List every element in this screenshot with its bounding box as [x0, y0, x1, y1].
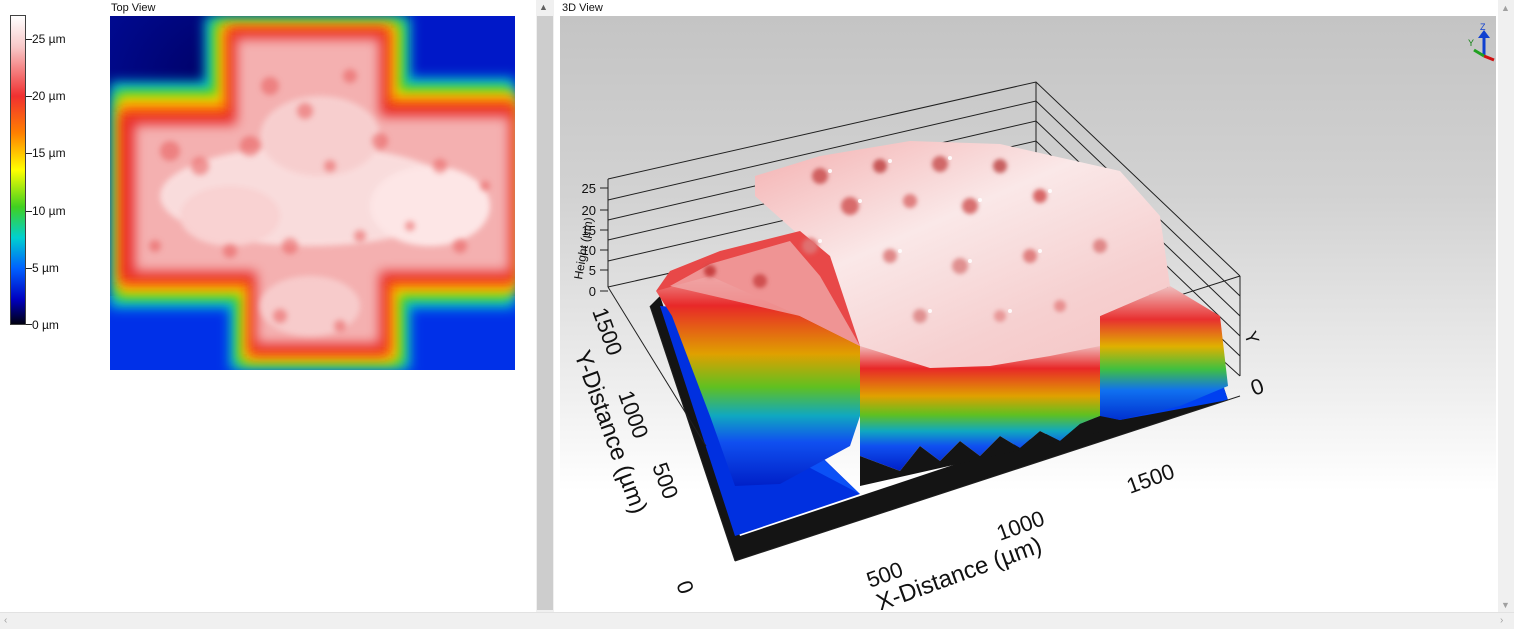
axis-triad[interactable]: Z Y	[1468, 22, 1495, 62]
triad-y-label: Y	[1468, 38, 1474, 48]
top-view-heightmap[interactable]	[110, 16, 515, 370]
colorbar-label: 10 µm	[32, 204, 66, 218]
horizontal-scrollbar[interactable]: ‹ ›	[0, 612, 1514, 629]
colorbar-label: 20 µm	[32, 89, 66, 103]
right-pane: 3D View 25 20 15 10 5 0 Height (µm) 1500…	[556, 0, 1498, 612]
y-tick-label: 0	[671, 577, 699, 597]
top-view-image	[110, 16, 515, 370]
z-axis-ticks	[600, 187, 608, 292]
z-tick-label: 5	[589, 263, 596, 278]
scroll-up-arrow-icon[interactable]: ▲	[1501, 3, 1510, 13]
colorbar-label: 0 µm	[32, 318, 59, 332]
scroll-left-arrow-icon[interactable]: ‹	[4, 616, 7, 626]
scroll-right-arrow-icon[interactable]: ›	[1500, 616, 1503, 626]
scroll-down-arrow-icon[interactable]: ▼	[1501, 600, 1510, 610]
z-tick-label: 0	[589, 284, 596, 299]
scroll-up-arrow-icon[interactable]: ▲	[539, 2, 548, 12]
far-y-label: Y	[1240, 329, 1263, 347]
z-tick-label: 25	[582, 181, 596, 196]
triad-z-label: Z	[1480, 22, 1486, 32]
colorbar-label: 5 µm	[32, 261, 59, 275]
pane-splitter-scrollbar[interactable]: ▲	[536, 0, 554, 612]
3d-view-title: 3D View	[562, 2, 603, 14]
3d-view-canvas[interactable]: 25 20 15 10 5 0 Height (µm) 1500 1000 50…	[560, 16, 1496, 610]
top-view-title: Top View	[111, 2, 156, 14]
z-tick-label: 20	[582, 203, 596, 218]
left-pane: 25 µm 20 µm 15 µm 10 µm 5 µm 0 µm Top Vi…	[0, 0, 536, 612]
right-scrollbar[interactable]: ▲ ▼	[1498, 0, 1514, 612]
far-tick-label: 0	[1247, 373, 1267, 401]
height-colorbar	[10, 15, 26, 325]
x-tick-label: 1500	[1123, 458, 1178, 498]
3d-surface-plot: 25 20 15 10 5 0 Height (µm) 1500 1000 50…	[568, 22, 1495, 610]
colorbar-label: 15 µm	[32, 146, 66, 160]
y-tick-label: 500	[647, 459, 683, 502]
scrollbar-thumb[interactable]	[537, 16, 553, 610]
colorbar-label: 25 µm	[32, 32, 66, 46]
